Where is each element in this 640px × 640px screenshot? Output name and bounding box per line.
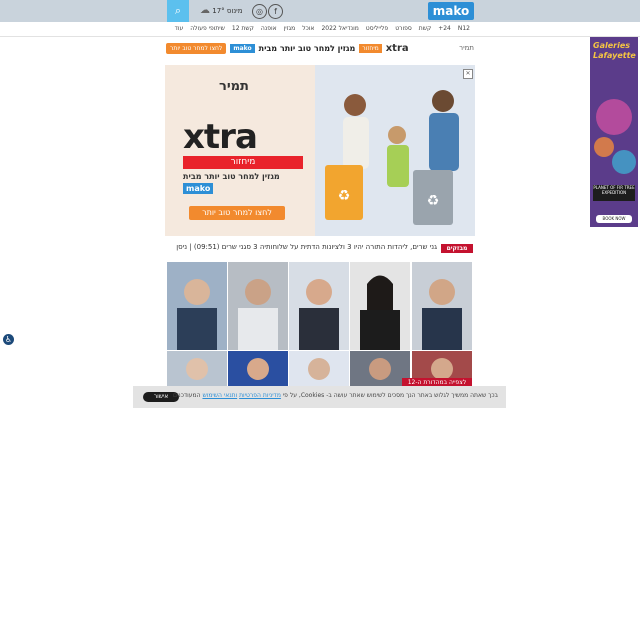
- cookie-banner: אישור בכך שאתה ממשיך לגלוש באתר הנך מסכי…: [133, 386, 506, 408]
- close-icon[interactable]: ✕: [463, 69, 473, 79]
- privacy-policy-link[interactable]: מדיניות הפרטיות: [239, 392, 281, 399]
- portrait-9-image: [350, 351, 410, 386]
- top-bar: mako ⌕ ☁ מינוס 17° ◎ f: [0, 0, 640, 22]
- search-button[interactable]: ⌕: [167, 0, 189, 22]
- nav-item-fashion[interactable]: אופנה: [261, 22, 277, 36]
- portrait-4-image: [350, 262, 410, 350]
- instagram-icon[interactable]: ◎: [252, 4, 267, 19]
- banner-recycle-bar: מיחזור: [183, 156, 303, 169]
- banner-subtitle: מגזין למחר טוב יותר מבית: [183, 172, 280, 181]
- portrait-3-image: [289, 262, 349, 350]
- banner-mako-logo: mako: [183, 183, 214, 194]
- promo-cta-button[interactable]: לחצו למחר טוב יותר: [166, 42, 227, 54]
- nav-items: N12 +24 קשת ספורט פלייליסט מונדיאל 2022 …: [175, 22, 470, 36]
- portrait-photo-5[interactable]: [412, 262, 472, 350]
- nav-item-magazine[interactable]: מגזין: [284, 22, 296, 36]
- portrait-photo-9[interactable]: [350, 351, 410, 386]
- weather-widget[interactable]: ☁ מינוס 17°: [200, 5, 242, 16]
- portrait-photo-3[interactable]: [289, 262, 349, 350]
- ticker-headline[interactable]: גני שרים, ליהדות התורה יהיו 3 ולציונות ה…: [176, 243, 437, 251]
- promo-xtra-logo: xtra: [385, 42, 409, 54]
- portrait-photo-4[interactable]: [350, 262, 410, 350]
- portrait-8-image: [289, 351, 349, 386]
- promo-recycle-tag: מיחזור: [359, 43, 382, 53]
- news-ticker[interactable]: מבזקים גני שרים, ליהדות התורה יהיו 3 ולצ…: [165, 243, 475, 254]
- banner-family-image: ♻ ♻: [315, 65, 475, 236]
- family-recycling-illustration: ♻ ♻: [315, 65, 475, 236]
- side-ad-box: PLANET OF FIR TREE EXPEDITION: [593, 185, 635, 201]
- side-ad[interactable]: Galeries Lafayette PLANET OF FIR TREE EX…: [590, 37, 638, 227]
- portrait-photo-7[interactable]: [228, 351, 288, 386]
- facebook-icon[interactable]: f: [268, 4, 283, 19]
- nav-item-food[interactable]: אוכל: [302, 22, 314, 36]
- portrait-7-image: [228, 351, 288, 386]
- nav-item-keshet[interactable]: קשת: [419, 22, 431, 36]
- portrait-2-image: [228, 262, 288, 350]
- portrait-photo-6[interactable]: [167, 351, 227, 386]
- svg-text:♻: ♻: [427, 193, 440, 209]
- promo-mako-logo: mako: [230, 43, 255, 53]
- nav-item-n12[interactable]: N12: [458, 22, 470, 36]
- promo-strip[interactable]: לחצו למחר טוב יותר mako מגזין למחר טוב י…: [166, 39, 474, 57]
- banner-xtra-logo: xtra: [183, 117, 258, 157]
- cookie-text-suffix: המעודכנים: [172, 392, 201, 399]
- portrait-photo-8[interactable]: [289, 351, 349, 386]
- portrait-photo-1[interactable]: [167, 262, 227, 350]
- banner-cta-button[interactable]: לחצו למחר טוב יותר: [189, 206, 285, 220]
- weather-text: מינוס 17°: [212, 7, 243, 15]
- nav-item-playlist[interactable]: פלייליסט: [366, 22, 388, 36]
- nav-item-sport[interactable]: ספורט: [395, 22, 412, 36]
- side-ad-book-button[interactable]: BOOK NOW: [596, 215, 632, 223]
- cookie-text: בכך שאתה ממשיך לגלוש באתר הנך מסכים לשימ…: [173, 392, 498, 399]
- nav-item-24[interactable]: +24: [438, 22, 451, 36]
- cookie-text-main: בכך שאתה ממשיך לגלוש באתר הנך מסכים לשימ…: [282, 392, 498, 399]
- terms-link[interactable]: ותנאי השימוש: [202, 392, 237, 399]
- side-ad-title: Galeries Lafayette: [593, 41, 636, 60]
- cloud-icon: ☁: [200, 5, 210, 16]
- accessibility-icon[interactable]: ♿: [3, 334, 14, 345]
- portrait-photo-2[interactable]: [228, 262, 288, 350]
- ticker-label: מבזקים: [441, 244, 473, 253]
- banner-tamir-logo: תמיר: [219, 79, 249, 94]
- promo-tamir-logo: תמיר: [459, 44, 474, 52]
- main-nav: N12 +24 קשת ספורט פלייליסט מונדיאל 2022 …: [0, 22, 640, 37]
- ad-banner[interactable]: ♻ ♻ תמיר xtra מיחזור מגזין למחר טוב יותר…: [165, 65, 475, 236]
- portrait-6-image: [167, 351, 227, 386]
- svg-text:♻: ♻: [338, 188, 351, 204]
- portrait-1-image: [167, 262, 227, 350]
- portrait-5-image: [412, 262, 472, 350]
- nav-item-more[interactable]: עוד: [175, 22, 184, 36]
- nav-item-mondial[interactable]: מונדיאל 2022: [321, 22, 358, 36]
- mako-logo[interactable]: mako: [428, 2, 474, 20]
- nav-item-keshet12[interactable]: קשת 12: [232, 22, 254, 36]
- search-icon: ⌕: [174, 4, 182, 17]
- promo-tagline: מגזין למחר טוב יותר מבית: [258, 43, 356, 53]
- nav-item-partnerships[interactable]: שיתופי פעולה: [190, 22, 225, 36]
